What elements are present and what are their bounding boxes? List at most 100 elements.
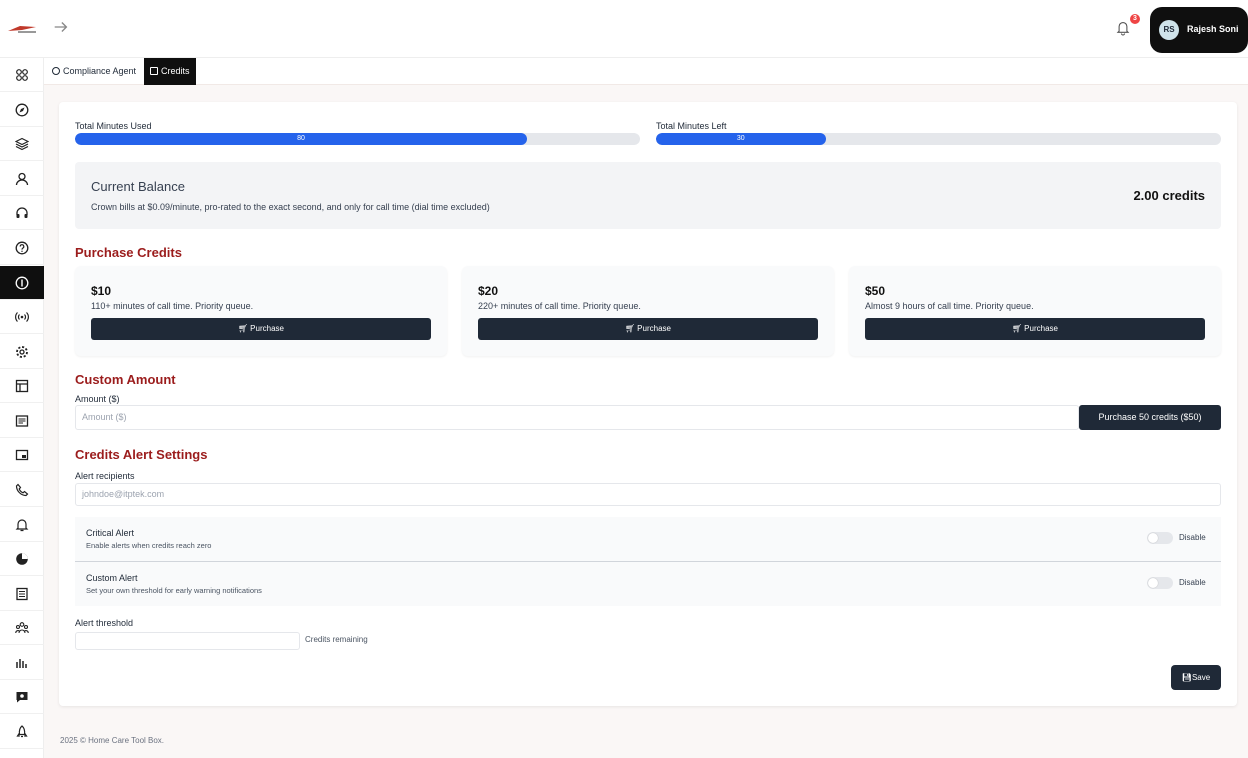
user-name: Rajesh Soni (1187, 24, 1239, 34)
broadcast-icon (15, 311, 29, 322)
purchase-button-label: Purchase (250, 324, 284, 333)
minutes-used-label: Total Minutes Used (75, 121, 152, 131)
document-icon (150, 67, 158, 75)
tab-compliance-agent[interactable]: Compliance Agent (46, 58, 142, 85)
plan-description: Almost 9 hours of call time. Priority qu… (865, 301, 1034, 311)
alert-threshold-label: Alert threshold (75, 618, 134, 628)
custom-alert-title: Custom Alert (86, 573, 138, 583)
avatar: RS (1159, 20, 1179, 40)
message-icon (16, 691, 28, 702)
purchase-button[interactable]: 🛒︎ Purchase (91, 318, 431, 340)
sidebar-item-analytics[interactable] (0, 646, 44, 680)
custom-amount-title: Custom Amount (75, 372, 176, 387)
settings-icon (16, 345, 28, 358)
minutes-used-fill: 80 (75, 133, 527, 145)
sidebar-item-documents[interactable] (0, 577, 44, 611)
cart-icon: 🛒︎ (625, 324, 636, 333)
user-menu[interactable]: RS Rajesh Soni (1150, 7, 1248, 53)
save-button[interactable]: 💾︎Save (1171, 665, 1221, 690)
critical-alert-row: Critical Alert Enable alerts when credit… (75, 517, 1221, 561)
layers-icon (15, 137, 29, 150)
pie-chart-icon (16, 552, 28, 565)
newspaper-icon (15, 414, 29, 427)
minutes-left-label: Total Minutes Left (656, 121, 727, 131)
plan-card-50: $50 Almost 9 hours of call time. Priorit… (849, 266, 1221, 356)
sidebar-item-layers[interactable] (0, 127, 44, 161)
sidebar-item-settings[interactable] (0, 335, 44, 369)
sidebar (0, 58, 44, 758)
custom-alert-toggle[interactable] (1147, 577, 1173, 589)
alert-threshold-input[interactable] (75, 632, 300, 650)
sidebar-item-reports[interactable] (0, 542, 44, 576)
critical-alert-toggle[interactable] (1147, 532, 1173, 544)
cart-icon: 🛒︎ (1012, 324, 1023, 333)
critical-alert-state: Disable (1179, 533, 1206, 542)
top-bar: 3 RS Rajesh Soni (0, 0, 1248, 58)
document-list-icon (16, 587, 28, 600)
sidebar-item-headset[interactable] (0, 196, 44, 230)
help-circle-icon (52, 67, 60, 75)
sidebar-item-help[interactable] (0, 231, 44, 265)
sidebar-item-notifications[interactable] (0, 508, 44, 542)
sidebar-item-messages[interactable] (0, 680, 44, 714)
purchase-button[interactable]: 🛒︎ Purchase (478, 318, 818, 340)
sidebar-item-team[interactable] (0, 611, 44, 645)
cart-icon: 🛒︎ (238, 324, 249, 333)
critical-alert-description: Enable alerts when credits reach zero (86, 541, 212, 550)
alert-recipients-label: Alert recipients (75, 471, 135, 481)
purchase-custom-button[interactable]: Purchase 50 credits ($50) (1079, 405, 1221, 430)
plan-description: 110+ minutes of call time. Priority queu… (91, 301, 254, 311)
sidebar-item-layout[interactable] (0, 369, 44, 403)
sidebar-item-compass[interactable] (0, 93, 44, 127)
plan-price: $50 (865, 284, 886, 298)
balance-value: 2.00 credits (1133, 188, 1205, 203)
minutes-left-progress: 30 (656, 133, 1221, 145)
company-logo[interactable] (6, 22, 38, 36)
tab-credits[interactable]: Credits (144, 58, 196, 85)
arrow-right-icon[interactable] (52, 18, 72, 38)
plan-price: $10 (91, 284, 112, 298)
custom-alert-state: Disable (1179, 578, 1206, 587)
help-circle-icon (15, 241, 29, 254)
tab-label: Compliance Agent (63, 66, 137, 76)
plan-price: $20 (478, 284, 499, 298)
sidebar-item-phone[interactable] (0, 473, 44, 507)
sidebar-item-broadcast[interactable] (0, 300, 44, 334)
minutes-left-fill: 30 (656, 133, 826, 145)
sidebar-item-info[interactable] (0, 266, 44, 300)
info-circle-icon (15, 276, 29, 289)
compass-icon (15, 103, 29, 116)
balance-title: Current Balance (91, 179, 185, 194)
footer-copyright: 2025 © Home Care Tool Box. (60, 736, 165, 745)
save-icon: 💾︎ (1181, 673, 1192, 682)
tab-label: Credits (161, 66, 190, 76)
purchase-credits-title: Purchase Credits (75, 245, 182, 260)
plan-card-20: $20 220+ minutes of call time. Priority … (462, 266, 834, 356)
sidebar-item-newspaper[interactable] (0, 404, 44, 438)
purchase-button[interactable]: 🛒︎ Purchase (865, 318, 1205, 340)
critical-alert-title: Critical Alert (86, 528, 135, 538)
plan-description: 220+ minutes of call time. Priority queu… (478, 301, 641, 311)
current-balance-panel: Current Balance Crown bills at $0.09/min… (75, 162, 1221, 229)
sidebar-item-launch[interactable] (0, 715, 44, 749)
bell-icon (15, 518, 29, 531)
notification-count-badge: 3 (1130, 14, 1140, 24)
alert-settings-title: Credits Alert Settings (75, 447, 208, 462)
minutes-used-progress: 80 (75, 133, 640, 145)
save-button-label: Save (1191, 673, 1211, 682)
team-icon (15, 621, 29, 633)
amount-input[interactable]: Amount ($) (75, 405, 1079, 430)
alert-recipients-input[interactable]: johndoe@itptek.com (75, 483, 1221, 506)
toggle-knob (1148, 533, 1158, 543)
sidebar-item-apps[interactable] (0, 58, 44, 92)
phone-icon (15, 483, 29, 496)
custom-alert-description: Set your own threshold for early warning… (86, 586, 262, 595)
threshold-suffix: Credits remaining (305, 635, 368, 644)
toggle-knob (1148, 578, 1158, 588)
sidebar-item-pip[interactable] (0, 438, 44, 472)
custom-alert-row: Custom Alert Set your own threshold for … (75, 562, 1221, 606)
sidebar-item-user[interactable] (0, 162, 44, 196)
layout-icon (15, 379, 29, 392)
amount-label: Amount ($) (75, 394, 120, 404)
plan-card-10: $10 110+ minutes of call time. Priority … (75, 266, 447, 356)
